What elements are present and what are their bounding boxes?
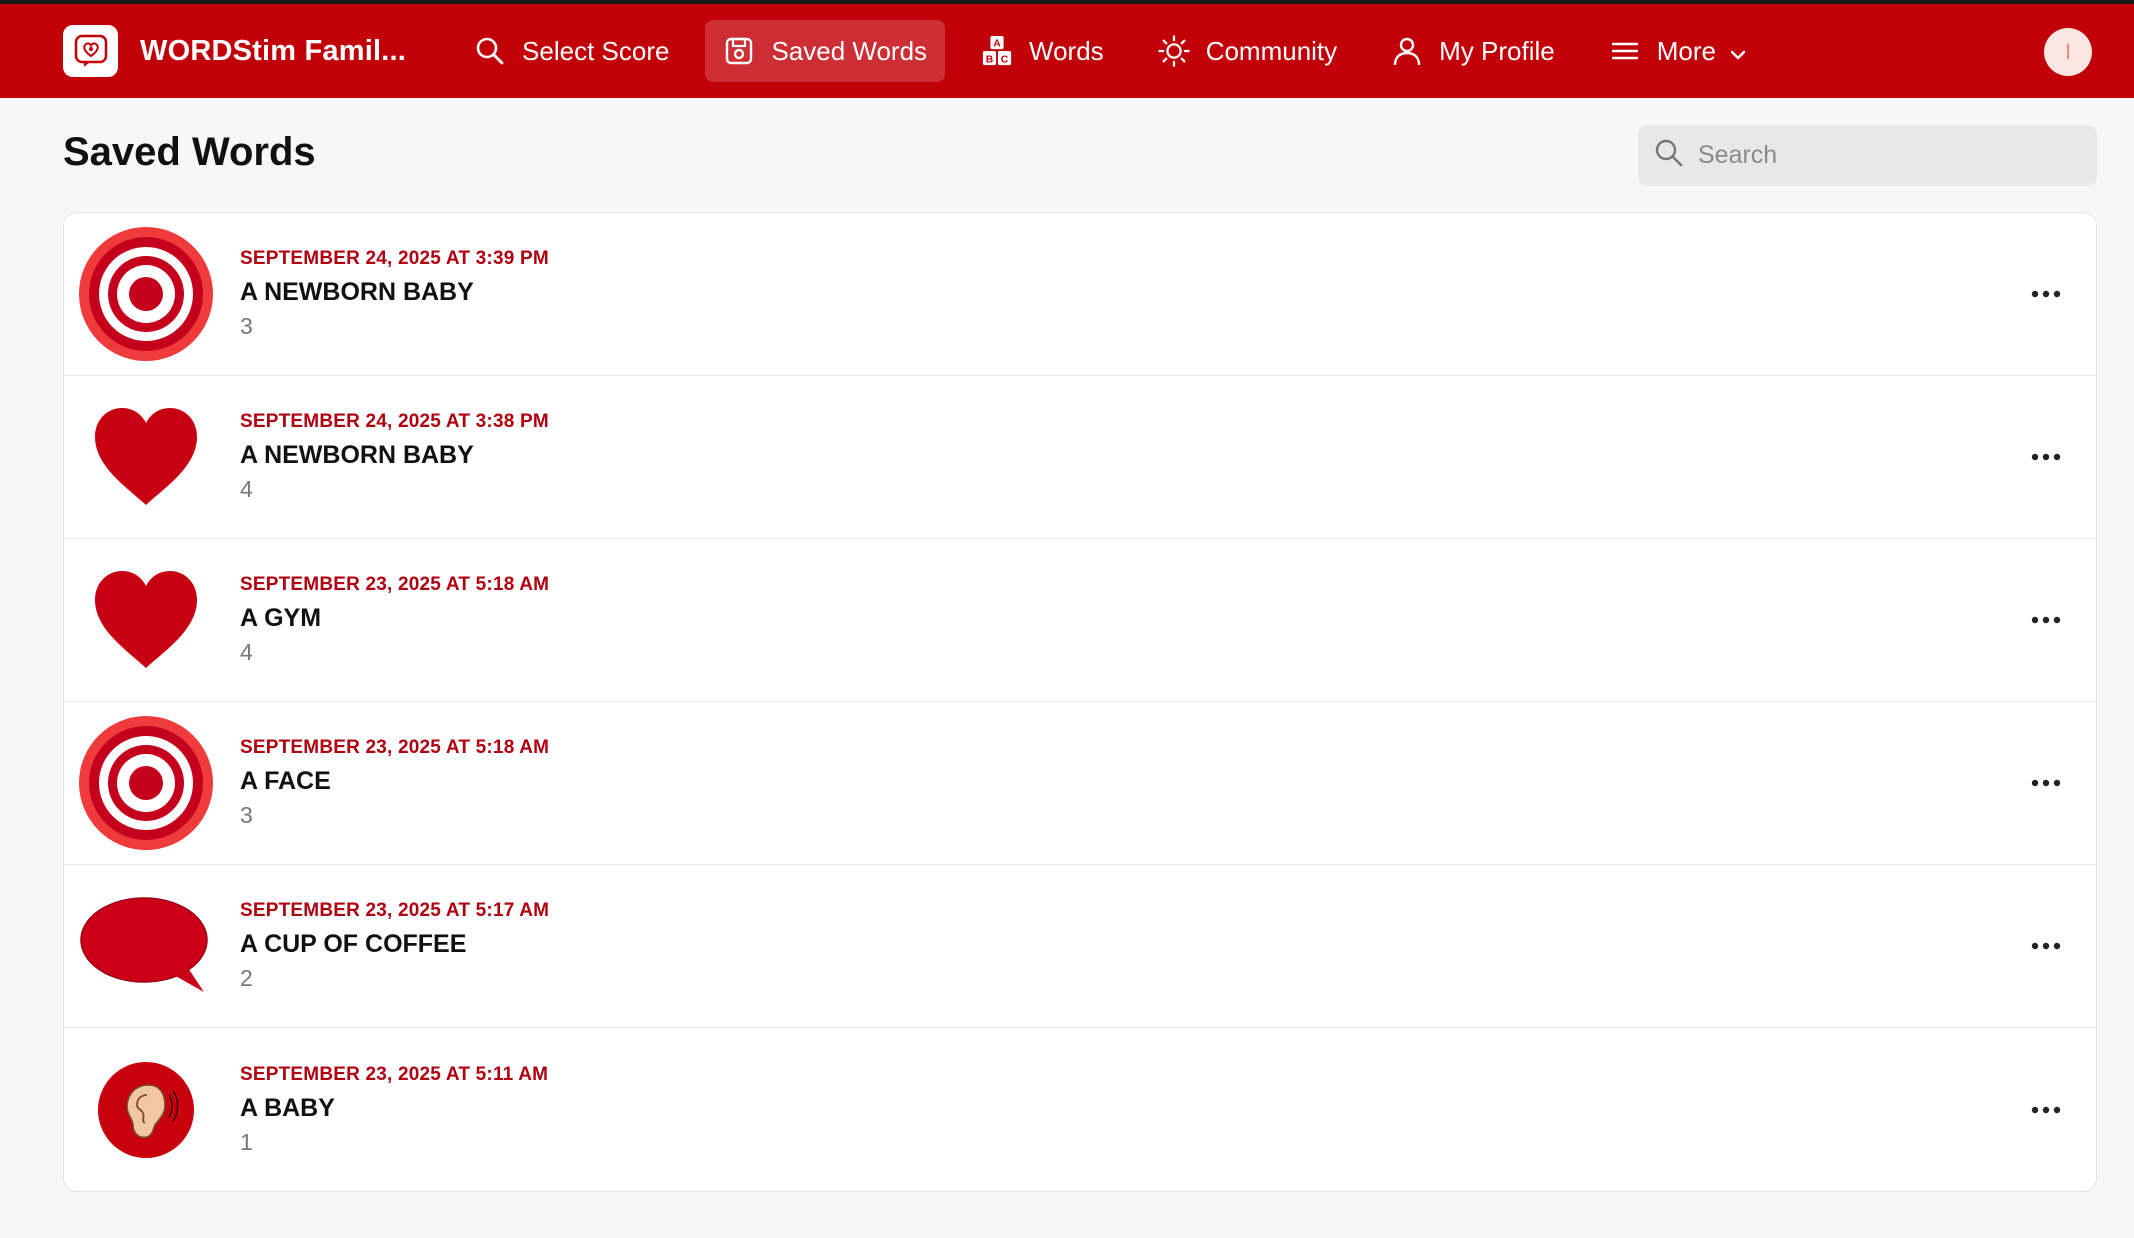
- ear-icon: [78, 1042, 214, 1178]
- item-count: 3: [240, 802, 253, 828]
- item-count: 1: [240, 1128, 253, 1155]
- item-date: SEPTEMBER 23, 2025 AT 5:11 AM: [240, 1063, 549, 1085]
- top-nav-bar: WORDStim Famil... Select Score Saved Wor…: [0, 4, 2134, 98]
- target-icon: [78, 226, 214, 362]
- item-date: SEPTEMBER 23, 2025 AT 5:18 AM: [240, 737, 550, 758]
- user-avatar[interactable]: I: [2044, 28, 2092, 76]
- item-count: 4: [240, 476, 253, 502]
- nav-community[interactable]: Community: [1140, 20, 1355, 82]
- heart-icon: [78, 552, 214, 688]
- item-date: SEPTEMBER 24, 2025 AT 3:39 PM: [240, 248, 549, 269]
- nav-words[interactable]: A B C Words: [963, 20, 1122, 82]
- item-date: SEPTEMBER 23, 2025 AT 5:17 AM: [240, 900, 550, 921]
- brand[interactable]: WORDStim Famil...: [63, 25, 406, 77]
- svg-text:B: B: [986, 54, 993, 65]
- sun-icon: [1157, 35, 1190, 67]
- saved-icon: [723, 35, 755, 67]
- list-item[interactable]: SEPTEMBER 23, 2025 AT 5:18 AM A FACE 3: [64, 702, 2096, 865]
- heart-icon: [78, 389, 214, 525]
- search-input[interactable]: [1698, 141, 2078, 170]
- list-item[interactable]: SEPTEMBER 23, 2025 AT 5:11 AM A BABY 1: [64, 1028, 2096, 1191]
- more-options-icon[interactable]: [2026, 1090, 2066, 1130]
- nav-more[interactable]: More: [1591, 20, 1766, 82]
- nav-label: Select Score: [522, 35, 670, 66]
- item-info: SEPTEMBER 23, 2025 AT 5:11 AM A BABY 1: [240, 1064, 548, 1156]
- item-count: 4: [240, 639, 253, 665]
- more-options-icon[interactable]: [2026, 763, 2066, 803]
- nav-label: Saved Words: [771, 35, 928, 66]
- chevron-down-icon: [1728, 41, 1748, 61]
- page-title: Saved Words: [63, 130, 316, 174]
- search-icon: [474, 35, 506, 67]
- list-item[interactable]: SEPTEMBER 23, 2025 AT 5:17 AM A CUP OF C…: [64, 865, 2096, 1028]
- more-options-icon[interactable]: [2026, 600, 2066, 640]
- nav-label: Community: [1205, 35, 1338, 66]
- nav-saved-words[interactable]: Saved Words: [705, 20, 946, 82]
- more-options-icon[interactable]: [2026, 437, 2066, 477]
- item-word: A CUP OF COFFEE: [240, 930, 467, 958]
- target-icon: [78, 715, 214, 851]
- person-icon: [1391, 35, 1423, 67]
- item-word: A FACE: [240, 767, 331, 795]
- item-info: SEPTEMBER 23, 2025 AT 5:17 AM A CUP OF C…: [240, 900, 549, 992]
- list-item[interactable]: SEPTEMBER 24, 2025 AT 3:39 PM A NEWBORN …: [64, 213, 2096, 376]
- app-logo-icon: [63, 25, 118, 77]
- abc-blocks-icon: A B C: [981, 35, 1013, 67]
- nav-label: Words: [1029, 35, 1104, 66]
- item-info: SEPTEMBER 23, 2025 AT 5:18 AM A GYM 4: [240, 574, 549, 666]
- app-name: WORDStim Famil...: [140, 34, 407, 67]
- item-info: SEPTEMBER 23, 2025 AT 5:18 AM A FACE 3: [240, 737, 549, 829]
- menu-icon: [1609, 35, 1641, 67]
- item-word: A GYM: [240, 604, 322, 632]
- saved-words-list: SEPTEMBER 24, 2025 AT 3:39 PM A NEWBORN …: [63, 212, 2097, 1192]
- main-nav: Select Score Saved Words A B C Words Com…: [456, 20, 1784, 82]
- item-count: 2: [240, 965, 253, 991]
- more-options-icon[interactable]: [2026, 274, 2066, 314]
- item-word: A BABY: [240, 1093, 335, 1122]
- list-item[interactable]: SEPTEMBER 24, 2025 AT 3:38 PM A NEWBORN …: [64, 376, 2096, 539]
- nav-my-profile[interactable]: My Profile: [1373, 20, 1573, 82]
- item-date: SEPTEMBER 23, 2025 AT 5:18 AM: [240, 574, 550, 595]
- item-count: 3: [240, 313, 253, 339]
- search-box[interactable]: [1638, 125, 2097, 186]
- item-word: A NEWBORN BABY: [240, 278, 474, 306]
- nav-label: More: [1656, 35, 1716, 66]
- more-options-icon[interactable]: [2026, 926, 2066, 966]
- speech-bubble-icon: [78, 878, 214, 1014]
- search-icon: [1654, 138, 1684, 173]
- svg-text:A: A: [993, 38, 1001, 49]
- nav-select-score[interactable]: Select Score: [456, 20, 687, 82]
- item-info: SEPTEMBER 24, 2025 AT 3:38 PM A NEWBORN …: [240, 411, 549, 503]
- item-info: SEPTEMBER 24, 2025 AT 3:39 PM A NEWBORN …: [240, 248, 549, 340]
- item-date: SEPTEMBER 24, 2025 AT 3:38 PM: [240, 411, 549, 432]
- nav-label: My Profile: [1439, 35, 1555, 66]
- svg-text:C: C: [1001, 54, 1009, 65]
- item-word: A NEWBORN BABY: [240, 441, 474, 469]
- list-item[interactable]: SEPTEMBER 23, 2025 AT 5:18 AM A GYM 4: [64, 539, 2096, 702]
